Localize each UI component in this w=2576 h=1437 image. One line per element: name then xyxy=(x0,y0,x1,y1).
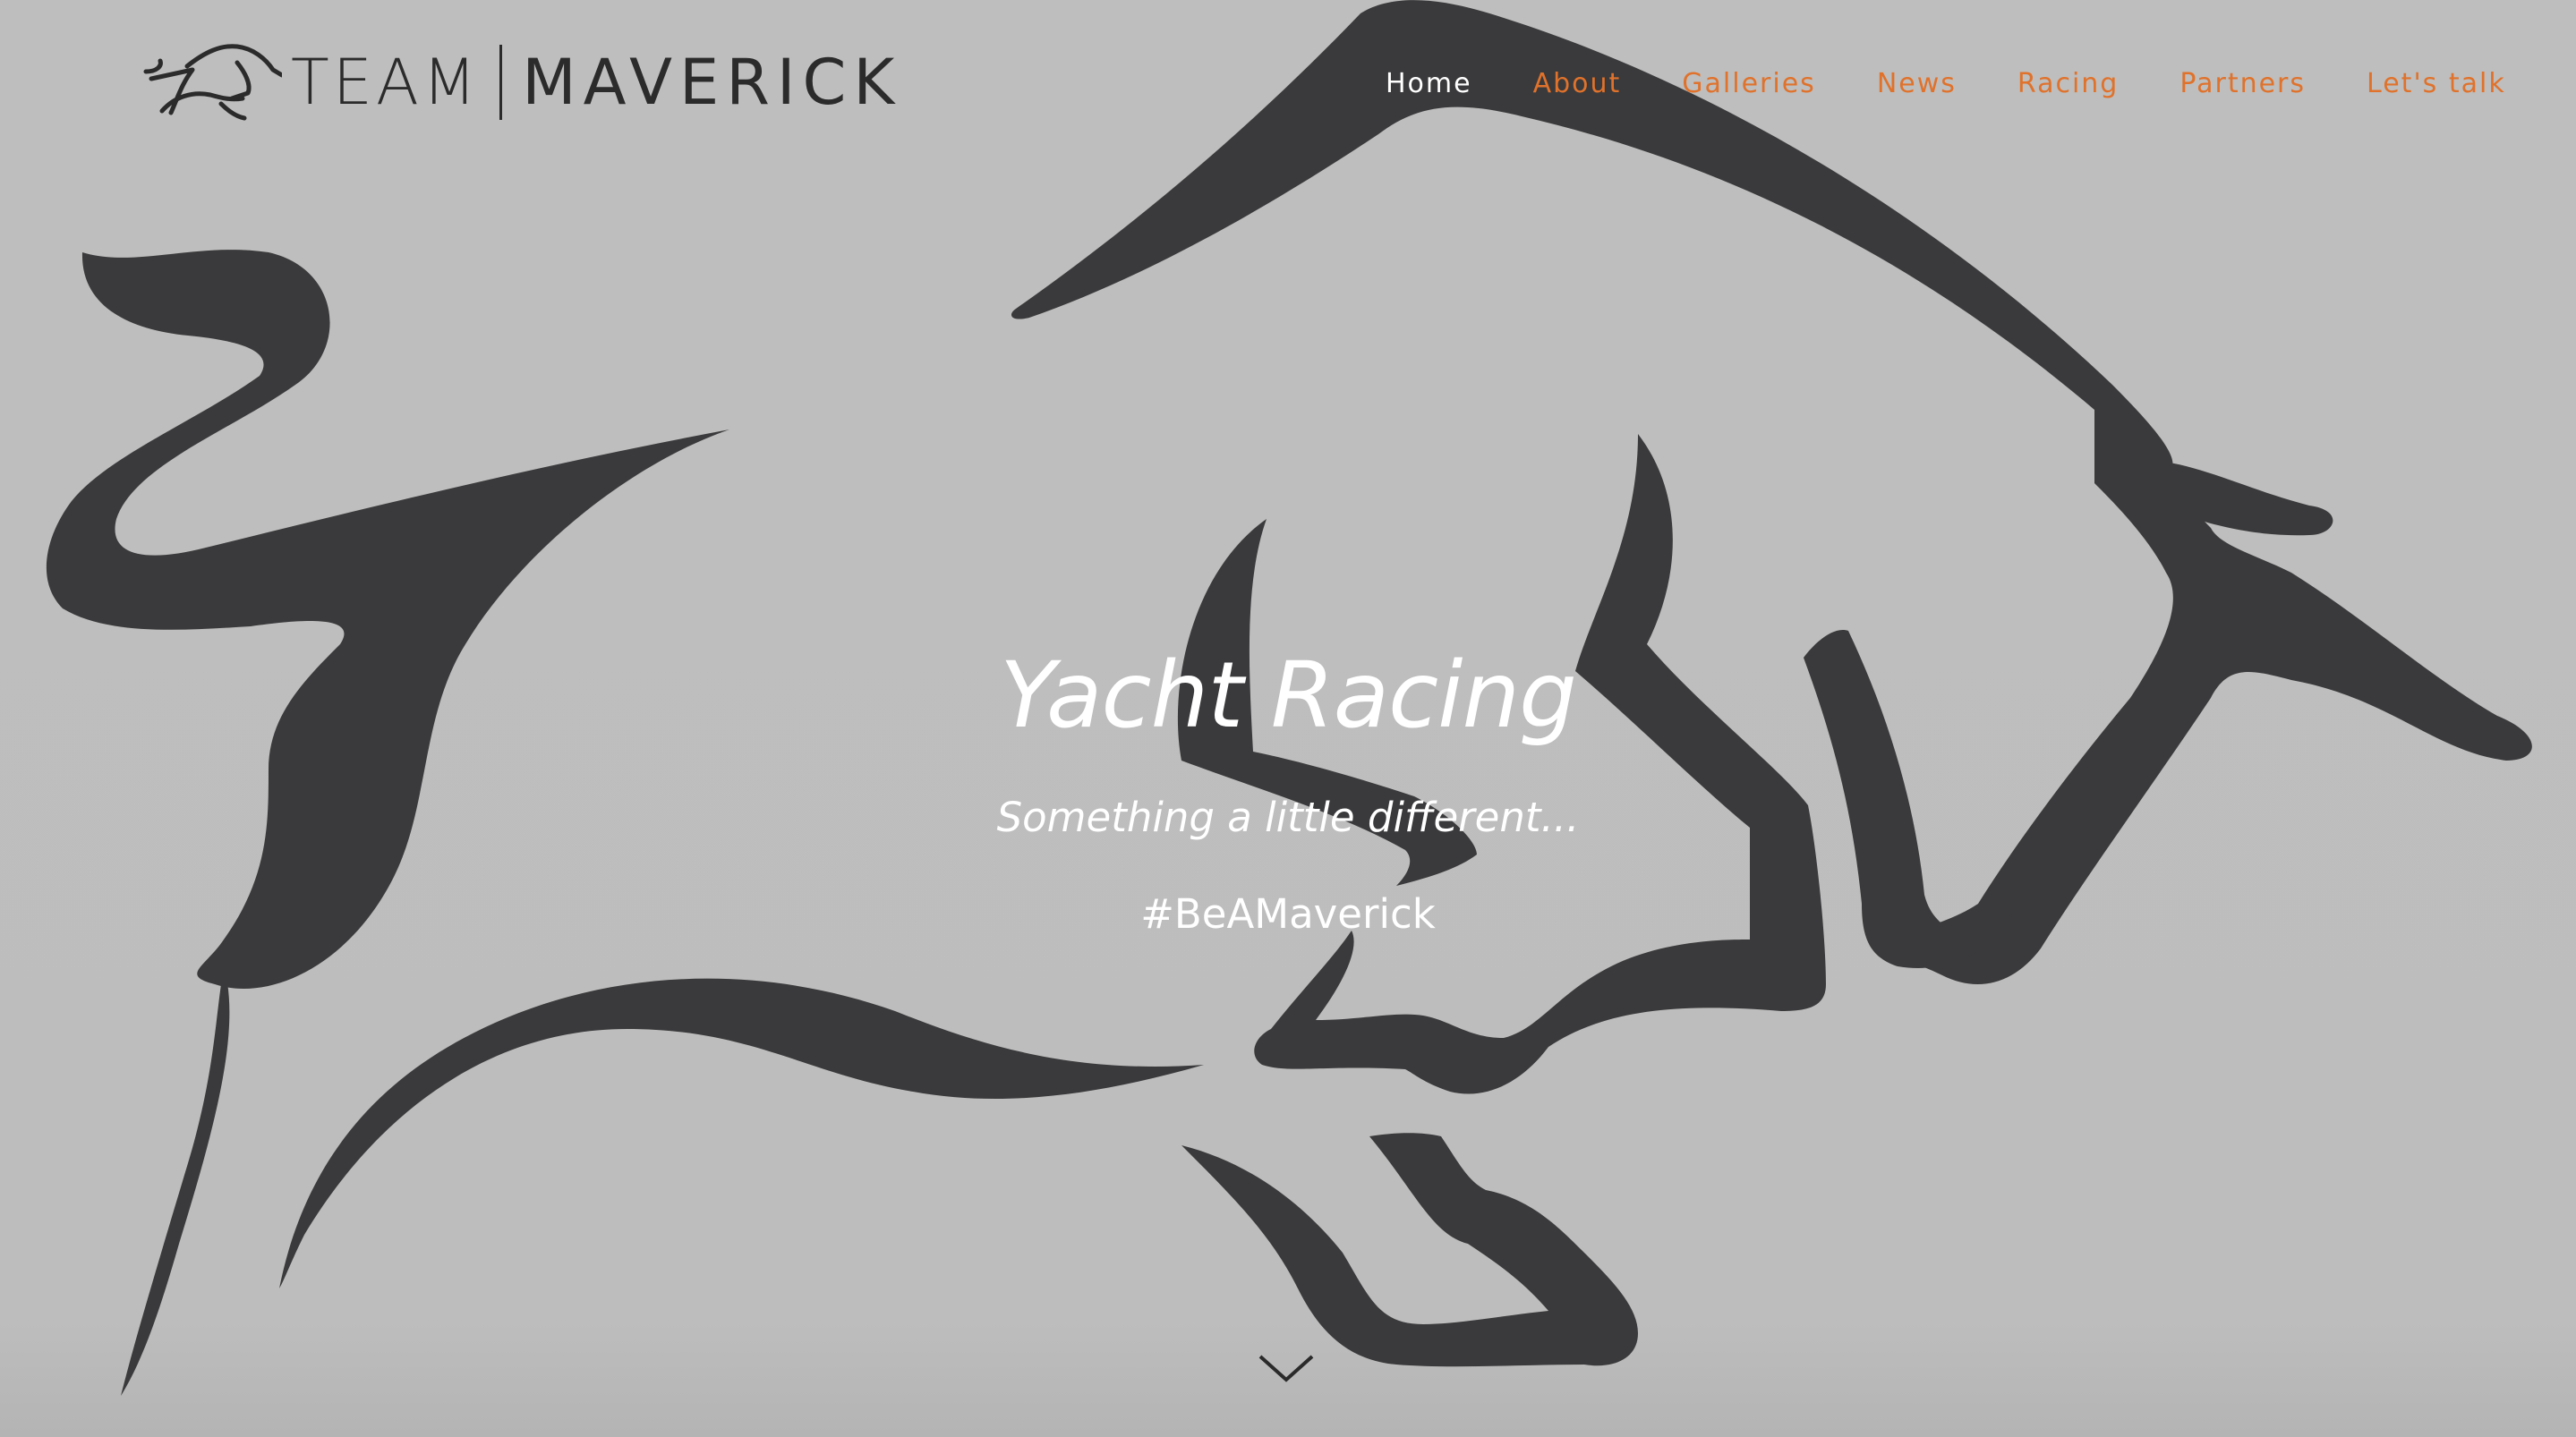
hero-hashtag: #BeAMaverick xyxy=(1140,890,1436,938)
nav-item-news[interactable]: News xyxy=(1877,68,1957,99)
logo-divider xyxy=(499,45,503,120)
brand-logo[interactable]: TEAM MAVERICK xyxy=(139,39,901,125)
main-nav: Home About Galleries News Racing Partner… xyxy=(1386,68,2506,99)
bull-belly-shape xyxy=(279,978,1204,1288)
nav-item-partners[interactable]: Partners xyxy=(2179,68,2306,99)
bull-icon xyxy=(143,44,282,121)
hero-section: Yacht Racing Something a little differen… xyxy=(0,642,2576,940)
hero-subtitle: Something a little different... xyxy=(996,794,1580,841)
page: TEAM MAVERICK Home About Galleries News … xyxy=(0,0,2576,1437)
hero-title: Yacht Racing xyxy=(1000,642,1577,749)
nav-item-galleries[interactable]: Galleries xyxy=(1682,68,1816,99)
brand-team-text: TEAM xyxy=(291,46,481,119)
nav-item-about[interactable]: About xyxy=(1533,68,1622,99)
nav-item-racing[interactable]: Racing xyxy=(2017,68,2119,99)
brand-name-text: MAVERICK xyxy=(522,46,902,119)
chevron-down-icon[interactable] xyxy=(1257,1351,1316,1387)
bull-hind-leg-shape xyxy=(121,966,230,1396)
nav-item-home[interactable]: Home xyxy=(1386,68,1472,99)
nav-item-lets-talk[interactable]: Let's talk xyxy=(2367,68,2506,99)
bull-front-leg-shape xyxy=(1181,1133,1638,1367)
